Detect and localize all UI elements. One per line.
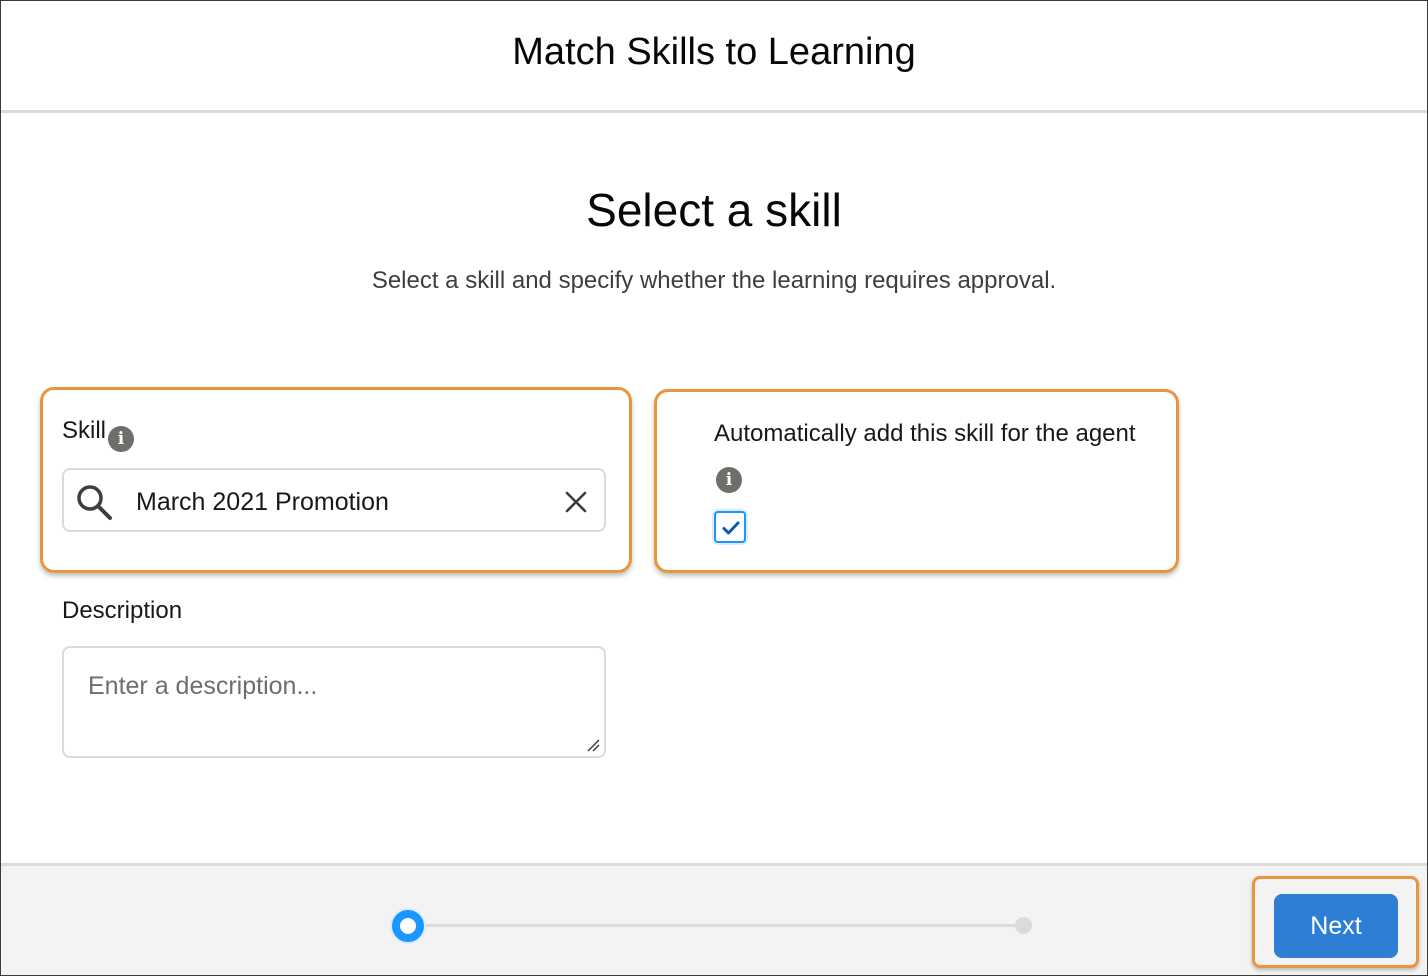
auto-add-label-text: Automatically add this skill for the age… (714, 420, 1136, 447)
skill-lookup-input[interactable]: March 2021 Promotion (62, 468, 606, 532)
progress-track (411, 924, 1023, 927)
next-button-highlight (1252, 876, 1419, 968)
wizard-title: Match Skills to Learning (512, 31, 916, 73)
step-subtitle: Select a skill and specify whether the l… (371, 267, 1057, 294)
step-title: Select a skill (586, 184, 842, 236)
skill-field-label: Skill i (62, 417, 135, 452)
auto-add-checkbox[interactable] (714, 511, 746, 543)
progress-step-current (392, 910, 424, 942)
wizard-window: Match Skills to Learning Select a skill … (0, 0, 1428, 976)
close-icon[interactable] (564, 490, 588, 514)
wizard-footer: Next (1, 863, 1427, 975)
info-icon[interactable]: i (716, 467, 742, 493)
description-placeholder: Enter a description... (88, 672, 318, 700)
checkmark-icon (722, 521, 740, 535)
resize-grip-icon[interactable] (586, 738, 600, 752)
info-icon[interactable]: i (108, 426, 135, 452)
description-textarea[interactable]: Enter a description... (62, 646, 606, 758)
skill-selected-value: March 2021 Promotion (136, 488, 389, 516)
skill-label-text: Skill (62, 417, 107, 444)
search-icon (77, 485, 112, 520)
progress-step-next (1015, 917, 1032, 934)
description-label: Description (62, 597, 183, 624)
auto-add-label: Automatically add this skill for the age… (714, 415, 1154, 493)
wizard-header: Match Skills to Learning (1, 1, 1427, 113)
